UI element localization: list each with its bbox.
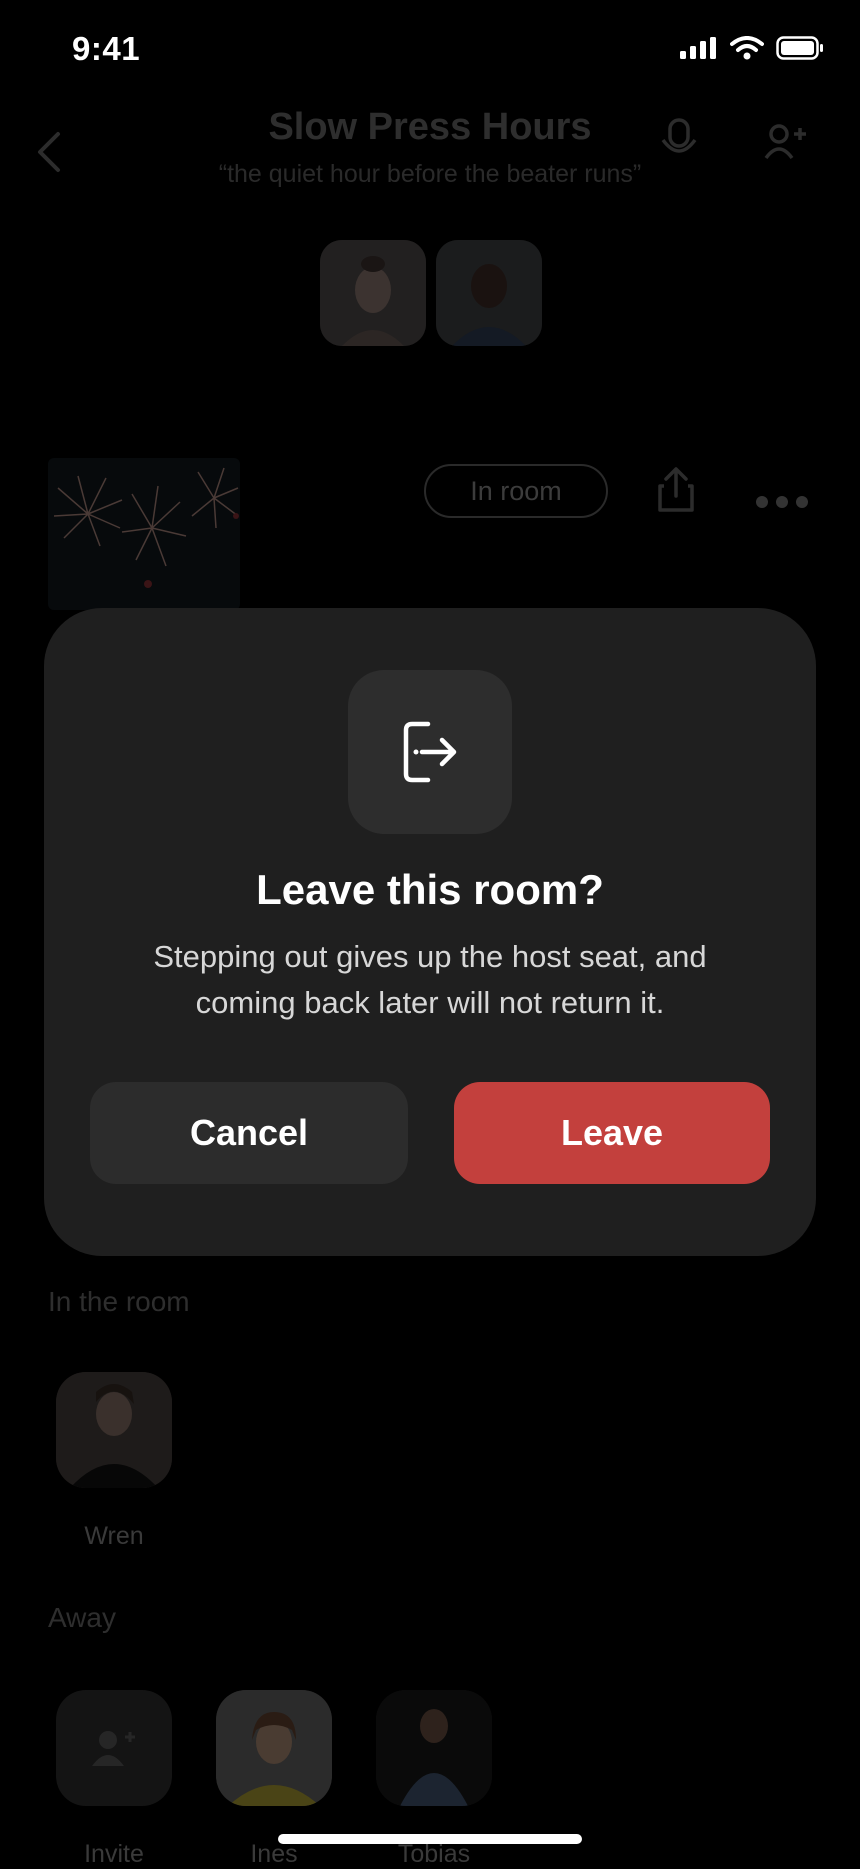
person-portrait-icon — [436, 240, 542, 346]
leave-icon-container — [348, 670, 512, 834]
host-avatar-1[interactable] — [320, 240, 426, 346]
room-subtitle: “the quiet hour before the beater runs” — [218, 160, 642, 188]
person-portrait-icon — [376, 1690, 492, 1806]
home-indicator[interactable] — [278, 1834, 582, 1844]
dialog-title: Leave this room? — [256, 866, 604, 913]
person-portrait-icon — [56, 1372, 172, 1488]
away-name-tobias: Tobias — [397, 1840, 471, 1868]
share-icon[interactable] — [656, 466, 696, 514]
room-status-pill: In room — [424, 464, 608, 518]
person-portrait-icon — [216, 1690, 332, 1806]
microphone-icon[interactable] — [660, 118, 698, 162]
participant-name-wren: Wren — [84, 1522, 144, 1550]
person-portrait-icon — [320, 240, 426, 346]
leave-door-icon — [403, 721, 457, 783]
invite-tile[interactable] — [56, 1690, 172, 1806]
leave-button[interactable]: Leave — [454, 1082, 770, 1184]
add-user-icon[interactable] — [764, 124, 810, 160]
section-in-room-label: In the room — [48, 1286, 190, 1317]
participant-avatar-wren[interactable] — [56, 1372, 172, 1488]
away-avatar-ines[interactable] — [216, 1690, 332, 1806]
section-away-label: Away — [48, 1602, 116, 1633]
away-name-ines: Ines — [250, 1840, 298, 1868]
more-options-icon[interactable] — [756, 496, 808, 508]
room-title: Slow Press Hours — [268, 106, 592, 148]
room-cover-image — [48, 458, 240, 610]
away-avatar-tobias[interactable] — [376, 1690, 492, 1806]
invite-label: Invite — [84, 1840, 144, 1868]
dialog-message: Stepping out gives up the host seat, and… — [153, 939, 707, 1020]
invite-person-icon — [92, 1731, 135, 1766]
host-avatar-2[interactable] — [436, 240, 542, 346]
fireworks-image — [53, 467, 239, 588]
cancel-button[interactable]: Cancel — [90, 1082, 408, 1184]
